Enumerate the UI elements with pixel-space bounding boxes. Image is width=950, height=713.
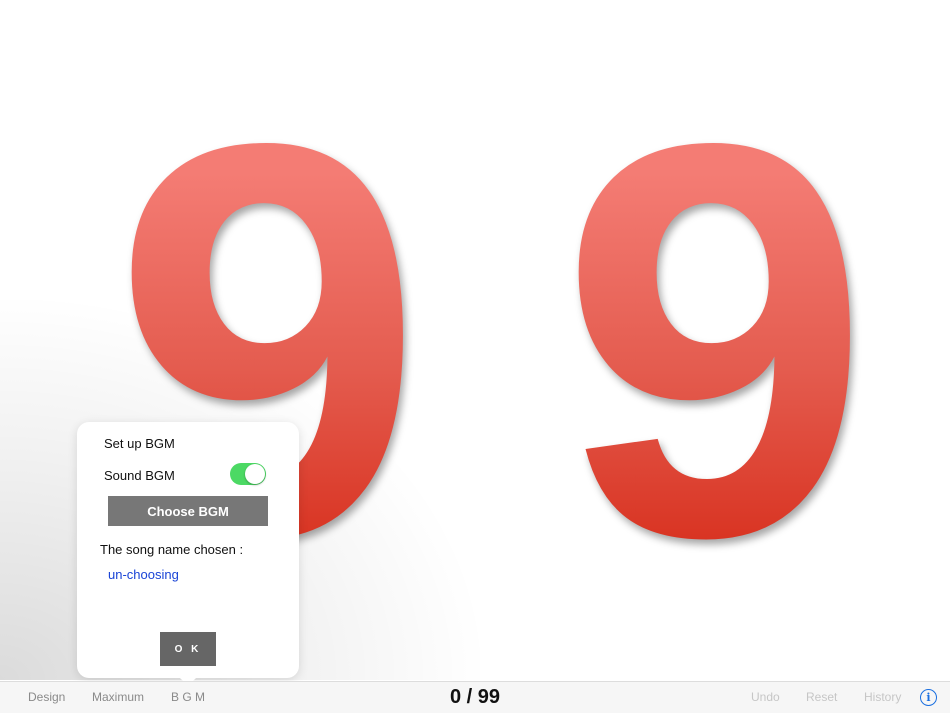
digit-right: 9	[505, 60, 925, 620]
history-button[interactable]: History	[864, 690, 901, 704]
song-name-value: un-choosing	[108, 567, 179, 582]
sound-bgm-label: Sound BGM	[104, 468, 175, 483]
popover-title: Set up BGM	[104, 436, 175, 451]
bgm-popover: Set up BGM Sound BGM Choose BGM The song…	[77, 422, 299, 678]
digit-right-glyph: 9	[559, 27, 871, 653]
ok-button[interactable]: O K	[160, 632, 216, 666]
choose-bgm-button[interactable]: Choose BGM	[108, 496, 268, 526]
bottom-toolbar: Design Maximum B G M 0 / 99 Undo Reset H…	[0, 681, 950, 713]
info-icon[interactable]: i	[920, 689, 937, 706]
song-name-label: The song name chosen :	[100, 542, 244, 557]
toggle-knob	[245, 464, 265, 484]
reset-button[interactable]: Reset	[806, 690, 837, 704]
undo-button[interactable]: Undo	[751, 690, 780, 704]
sound-bgm-toggle[interactable]	[230, 463, 266, 485]
